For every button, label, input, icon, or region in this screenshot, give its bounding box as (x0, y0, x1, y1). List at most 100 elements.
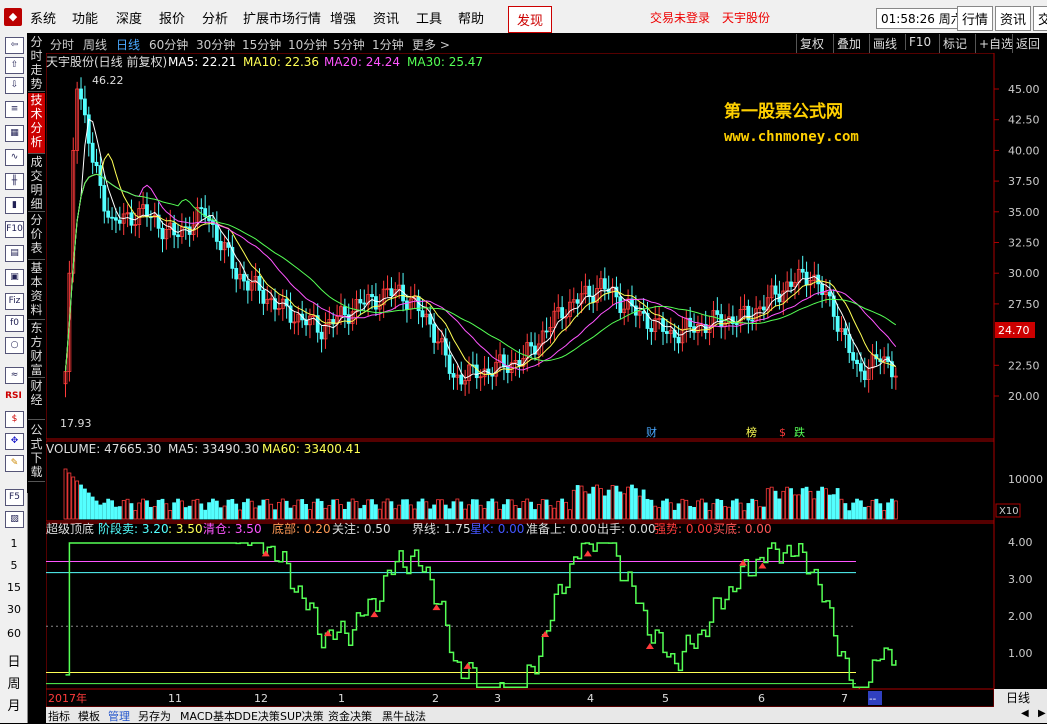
kline-icon[interactable]: ╫ (5, 173, 24, 190)
pencil-icon[interactable]: ✎ (5, 455, 24, 472)
period-5[interactable]: 5 (2, 559, 26, 572)
ind-attention: 关注: 0.50 (332, 521, 391, 536)
period-more[interactable]: 更多 > (412, 36, 450, 53)
f70-icon[interactable]: f0 (5, 315, 24, 332)
tab-macd[interactable]: MACD基本 (180, 708, 235, 724)
volume-bar (633, 488, 638, 520)
bar-chart-icon[interactable]: ▮ (5, 197, 24, 214)
tab-template[interactable]: 模板 (78, 708, 100, 724)
event-rank[interactable]: 榜 (746, 425, 757, 439)
move-icon[interactable]: ✥ (5, 433, 24, 450)
period-weekly[interactable]: 周线 (83, 36, 107, 53)
volume-bar (370, 499, 374, 520)
period-5min[interactable]: 5分钟 (333, 36, 365, 53)
menu-item-enhance[interactable]: 增强 (330, 8, 356, 27)
tab-technical[interactable]: 技术分析 (28, 93, 45, 154)
tab-manage[interactable]: 管理 (108, 708, 130, 724)
image-icon[interactable]: ▨ (5, 511, 24, 528)
event-finance[interactable]: 财 (646, 425, 657, 439)
period-30[interactable]: 30 (2, 603, 26, 616)
tab-save-as[interactable]: 另存为 (138, 708, 171, 724)
overlay-button[interactable]: 叠加 (833, 34, 864, 53)
period-15[interactable]: 15 (2, 581, 26, 594)
period-month[interactable]: 月 (2, 695, 26, 714)
scroll-right-icon[interactable]: ▶ (1038, 708, 1046, 719)
menu-item-info[interactable]: 资讯 (373, 8, 399, 27)
dollar-icon[interactable]: $ (5, 411, 24, 428)
menu-item-analysis[interactable]: 分析 (202, 8, 228, 27)
volume-bar (319, 501, 324, 520)
trade-status[interactable]: 交易未登录 (650, 9, 710, 26)
tab-sup[interactable]: SUP决策 (280, 708, 324, 724)
candle-body (172, 222, 177, 236)
volume-bar (110, 500, 114, 520)
event-fall[interactable]: 跌 (794, 425, 805, 439)
circle-icon[interactable]: ○ (5, 337, 24, 354)
period-intraday[interactable]: 分时 (50, 36, 74, 53)
volume-unit: X10 (999, 506, 1019, 517)
tab-formula-download[interactable]: 公式下载 (28, 423, 45, 482)
f5-icon[interactable]: F5 (5, 489, 24, 506)
line-chart-icon[interactable]: ∿ (5, 149, 24, 166)
period-30min[interactable]: 30分钟 (196, 36, 235, 53)
period-60min[interactable]: 60分钟 (149, 36, 188, 53)
period-week[interactable]: 周 (2, 673, 26, 692)
tab-funds[interactable]: 资金决策 (328, 708, 372, 724)
period-1[interactable]: 1 (2, 537, 26, 550)
watermark-title: 第一股票公式网 (724, 101, 843, 122)
menu-item-system[interactable]: 系统 (30, 8, 56, 27)
current-price-label: 24.70 (998, 324, 1030, 337)
f10-icon[interactable]: F10 (5, 221, 24, 238)
menu-item-quote[interactable]: 报价 (159, 8, 185, 27)
mark-button[interactable]: 标记 (939, 34, 970, 53)
news-icon[interactable]: ▣ (5, 269, 24, 286)
menu-item-help[interactable]: 帮助 (458, 8, 484, 27)
down-arrow-icon[interactable]: ⇩ (5, 77, 24, 94)
tab-eastmoney[interactable]: 东方财富 (28, 321, 45, 378)
tab-intraday[interactable]: 分时走势 (28, 35, 45, 92)
fiz-icon[interactable]: Fiz (5, 293, 24, 310)
list-icon[interactable]: ≡ (5, 101, 24, 118)
stats-icon[interactable]: ▤ (5, 245, 24, 262)
volume-label: VOLUME: 47665.30 (46, 442, 161, 456)
kline-chart[interactable]: 45.00 42.50 40.00 37.50 35.00 32.50 30.00 27.50… (46, 53, 1047, 707)
tab-indicator[interactable]: 指标 (48, 708, 70, 724)
period-60[interactable]: 60 (2, 627, 26, 640)
return-button[interactable]: 返回 (1012, 34, 1043, 53)
tab-finance[interactable]: 财经 (28, 379, 45, 420)
period-10min[interactable]: 10分钟 (288, 36, 327, 53)
x-axis-period[interactable]: 日线 (1006, 691, 1030, 705)
draw-button[interactable]: 画线 (869, 34, 900, 53)
up-arrow-icon[interactable]: ⇧ (5, 57, 24, 74)
find-tab[interactable]: 发现 (508, 6, 553, 33)
wave-icon[interactable]: ≈ (5, 367, 24, 384)
info-button[interactable]: 资讯 (995, 6, 1032, 31)
period-day[interactable]: 日 (2, 651, 26, 670)
trade-button[interactable]: 交 (1033, 6, 1047, 31)
period-15min[interactable]: 15分钟 (242, 36, 281, 53)
tab-fundamentals[interactable]: 基本资料 (28, 261, 45, 320)
tab-dde[interactable]: DDE决策 (234, 708, 280, 724)
event-dollar[interactable]: $ (779, 426, 786, 439)
quote-button[interactable]: 行情 (957, 6, 994, 31)
period-daily[interactable]: 日线 (116, 36, 140, 53)
menu-item-ext-market[interactable]: 扩展市场行情 (243, 8, 321, 27)
grid-icon[interactable]: ▦ (5, 125, 24, 142)
tab-black-bull[interactable]: 黑牛战法 (382, 708, 426, 724)
menu-item-tools[interactable]: 工具 (416, 8, 442, 27)
x-label-12: 12 (254, 692, 268, 705)
tab-trades[interactable]: 成交明细 (28, 155, 45, 212)
volume-bar (129, 503, 134, 520)
scroll-left-icon[interactable]: ◀ (1021, 708, 1029, 719)
menu-item-function[interactable]: 功能 (72, 8, 98, 27)
adjust-button[interactable]: 复权 (796, 34, 827, 53)
period-1min[interactable]: 1分钟 (372, 36, 404, 53)
back-arrow-icon[interactable]: ⇦ (5, 37, 24, 54)
tab-price-table[interactable]: 分价表 (28, 213, 45, 260)
f10-button[interactable]: F10 (905, 34, 934, 50)
volume-bar (474, 499, 479, 520)
add-watchlist-button[interactable]: +自选 (975, 34, 1016, 53)
rsi-icon[interactable]: RSI (5, 389, 22, 404)
volume-bar (148, 506, 153, 520)
menu-item-depth[interactable]: 深度 (116, 8, 142, 27)
